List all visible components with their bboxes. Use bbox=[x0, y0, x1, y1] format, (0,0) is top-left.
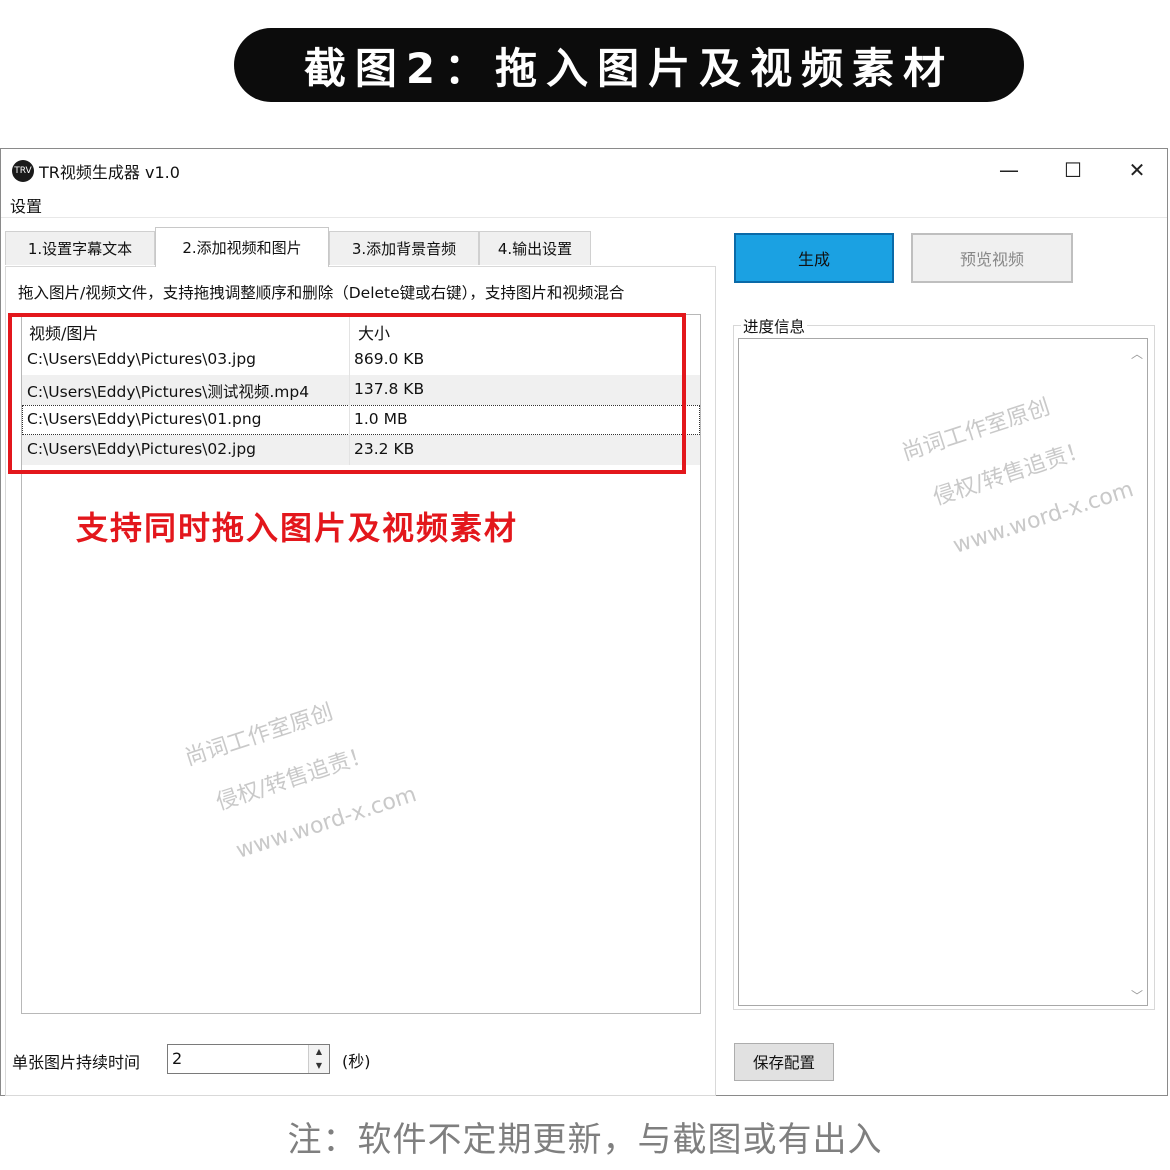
save-config-button[interactable]: 保存配置 bbox=[734, 1043, 834, 1081]
tab-add-media[interactable]: 2.添加视频和图片 bbox=[155, 227, 329, 267]
app-icon: TRV bbox=[12, 160, 34, 182]
duration-label: 单张图片持续时间 bbox=[12, 1053, 141, 1072]
drop-hint: 拖入图片/视频文件，支持拖拽调整顺序和删除（Delete键或右键），支持图片和视… bbox=[18, 284, 625, 302]
minimize-button[interactable]: — bbox=[979, 153, 1039, 187]
scroll-down-icon[interactable]: ﹀ bbox=[1131, 987, 1143, 1003]
generate-button[interactable]: 生成 bbox=[734, 233, 894, 283]
chevron-down-icon[interactable]: ▼ bbox=[309, 1059, 329, 1073]
menu-bar: 设置 bbox=[1, 189, 1167, 218]
tab-output-settings[interactable]: 4.输出设置 bbox=[479, 231, 591, 265]
tab-subtitle-text[interactable]: 1.设置字幕文本 bbox=[5, 231, 155, 265]
title-bar: TRV TR视频生成器 v1.0 — ☐ ✕ bbox=[1, 149, 1167, 189]
close-button[interactable]: ✕ bbox=[1107, 153, 1167, 187]
stepper-buttons: ▲ ▼ bbox=[308, 1045, 329, 1073]
footer-note: 注：软件不定期更新，与截图或有出入 bbox=[287, 1120, 883, 1160]
chevron-up-icon[interactable]: ▲ bbox=[309, 1045, 329, 1060]
menu-settings[interactable]: 设置 bbox=[10, 193, 42, 217]
duration-unit: (秒) bbox=[342, 1052, 371, 1071]
tab-background-audio[interactable]: 3.添加背景音频 bbox=[329, 231, 479, 265]
duration-input[interactable]: 2 bbox=[172, 1049, 182, 1068]
progress-label: 进度信息 bbox=[741, 315, 808, 337]
annotation-text: 支持同时拖入图片及视频素材 bbox=[76, 509, 519, 547]
window-title: TR视频生成器 v1.0 bbox=[39, 163, 180, 182]
duration-stepper[interactable]: 2 ▲ ▼ bbox=[167, 1044, 330, 1074]
maximize-button[interactable]: ☐ bbox=[1043, 153, 1103, 187]
preview-video-button[interactable]: 预览视频 bbox=[911, 233, 1073, 283]
scroll-up-icon[interactable]: ︿ bbox=[1131, 345, 1143, 361]
highlight-box bbox=[8, 313, 686, 474]
banner-title: 截图2：拖入图片及视频素材 bbox=[234, 28, 1024, 102]
